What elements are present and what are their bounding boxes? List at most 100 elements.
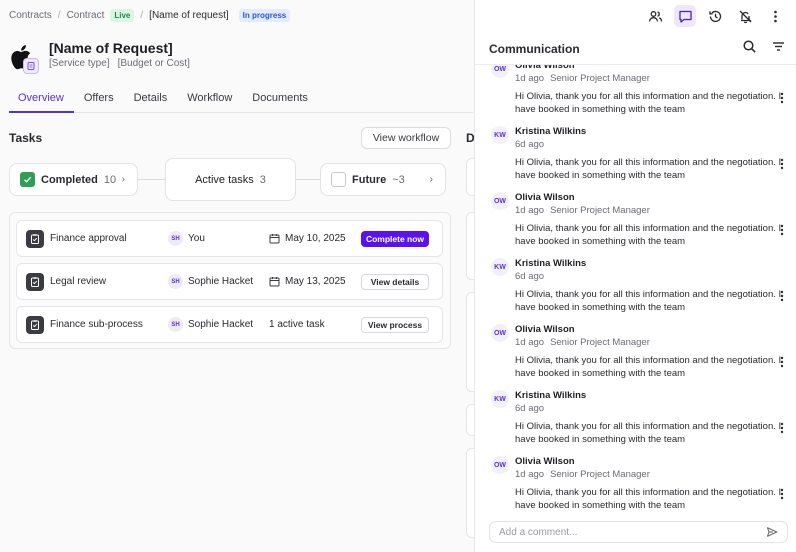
status-badge: In progress (238, 9, 291, 22)
task-assignee: Sophie Hacket (188, 276, 254, 287)
complete-now-button[interactable]: Complete now (361, 230, 429, 247)
filter-icon[interactable] (771, 39, 786, 54)
tab-overview[interactable]: Overview (9, 86, 74, 113)
task-date: May 10, 2025 (285, 233, 346, 244)
message-text: Hi Olivia, thank you for all this inform… (515, 421, 782, 445)
more-vertical-icon[interactable] (764, 5, 786, 27)
more-vertical-icon[interactable] (777, 91, 787, 105)
tab-offers[interactable]: Offers (74, 86, 124, 113)
avatar: KW (491, 126, 509, 144)
more-vertical-icon[interactable] (777, 157, 787, 171)
task-name: Legal review (50, 276, 107, 287)
message-role: Senior Project Manager (550, 73, 650, 84)
message-author: Olivia Wilson (515, 456, 575, 467)
stage-completed-label: Completed (41, 173, 98, 186)
service-type: [Service type] (49, 58, 110, 69)
message-time: 6d ago (515, 271, 545, 282)
request-doc-icon (23, 58, 39, 74)
side-card (466, 212, 474, 280)
avatar: SH (168, 274, 183, 289)
message-meta: 1d ago Senior Project Manager (515, 73, 650, 84)
message-text: Hi Olivia, thank you for all this inform… (515, 355, 782, 379)
task-name: Finance approval (50, 233, 127, 244)
page-title: [Name of Request] (49, 40, 173, 56)
message-time: 6d ago (515, 403, 545, 414)
completed-check-icon (20, 172, 35, 187)
communication-actions (742, 39, 786, 54)
message-meta: 6d ago (515, 139, 544, 150)
stage-active[interactable]: Active tasks 3 (165, 158, 296, 201)
chevron-right-icon: › (121, 174, 125, 185)
chevron-right-icon: › (429, 174, 433, 185)
stage-completed[interactable]: Completed 10 › (9, 163, 138, 196)
message-text: Hi Olivia, thank you for all this inform… (515, 223, 782, 247)
message-feed[interactable]: OW Olivia Wilson 1d ago Senior Project Mana… (475, 65, 796, 511)
clipboard-icon (26, 229, 44, 248)
message-meta: 1d ago Senior Project Manager (515, 337, 650, 348)
more-vertical-icon[interactable] (777, 487, 787, 501)
calendar-icon (269, 234, 280, 244)
stage-future-count: ~3 (392, 173, 405, 186)
stage-active-count: 3 (259, 173, 266, 186)
avatar: KW (491, 258, 509, 276)
message-time: 1d ago (515, 73, 545, 84)
task-row: Finance approval SH You May 10, 2025 Com… (16, 220, 443, 257)
message-time: 6d ago (515, 139, 545, 150)
calendar-icon (269, 277, 280, 287)
budget: [Budget or Cost] (117, 58, 190, 69)
tab-bar: Overview Offers Details Workflow Documen… (9, 86, 473, 113)
message-text: Hi Olivia, thank you for all this inform… (515, 289, 782, 313)
message-text: Hi Olivia, thank you for all this inform… (515, 487, 782, 511)
avatar: SH (168, 231, 183, 246)
avatar: OW (491, 65, 509, 78)
task-assignee: You (188, 233, 205, 244)
task-row: Finance sub-process SH Sophie Hacket 1 a… (16, 306, 443, 343)
message-time: 1d ago (515, 205, 545, 216)
clipboard-icon (26, 315, 44, 334)
side-section-heading: D (466, 131, 474, 145)
message-meta: 1d ago Senior Project Manager (515, 469, 650, 480)
more-vertical-icon[interactable] (777, 289, 787, 303)
message-role: Senior Project Manager (550, 469, 650, 480)
bell-off-icon[interactable] (734, 5, 756, 27)
task-date: May 13, 2025 (285, 276, 346, 287)
breadcrumb-contracts[interactable]: Contracts (9, 10, 52, 21)
message-author: Olivia Wilson (515, 324, 575, 335)
more-vertical-icon[interactable] (777, 223, 787, 237)
tab-workflow[interactable]: Workflow (177, 86, 242, 113)
empty-checkbox-icon (331, 172, 346, 187)
search-icon[interactable] (742, 39, 757, 54)
view-process-button[interactable]: View process (361, 316, 429, 333)
message-meta: 1d ago Senior Project Manager (515, 205, 650, 216)
message-role: Senior Project Manager (550, 337, 650, 348)
page-subtitle: [Service type] [Budget or Cost] (49, 58, 190, 69)
avatar: OW (491, 324, 509, 342)
message-meta: 6d ago (515, 403, 544, 414)
tab-details[interactable]: Details (124, 86, 178, 113)
avatar: KW (491, 390, 509, 408)
panel-toolbar (644, 5, 786, 27)
side-card (466, 448, 474, 538)
history-icon[interactable] (704, 5, 726, 27)
send-icon[interactable] (766, 526, 778, 538)
comment-input[interactable] (490, 526, 750, 538)
more-vertical-icon[interactable] (777, 355, 787, 369)
avatar: SH (168, 317, 183, 332)
message-text: Hi Olivia, thank you for all this inform… (515, 157, 782, 181)
people-icon[interactable] (644, 5, 666, 27)
message-role: Senior Project Manager (550, 205, 650, 216)
view-workflow-button[interactable]: View workflow (361, 127, 451, 149)
tab-documents[interactable]: Documents (242, 86, 318, 113)
more-vertical-icon[interactable] (777, 421, 787, 435)
chat-icon[interactable] (674, 5, 696, 27)
side-card (466, 404, 474, 436)
avatar: OW (491, 192, 509, 210)
message-meta: 6d ago (515, 271, 544, 282)
view-details-button[interactable]: View details (361, 273, 429, 290)
stage-future-label: Future (352, 173, 387, 186)
stage-completed-count: 10 (103, 173, 117, 186)
communication-panel: Communication OW Olivia Wilson 1d ago Senio… (474, 0, 796, 552)
breadcrumb-contract[interactable]: Contract (67, 10, 105, 21)
stage-future[interactable]: Future ~3 › (320, 163, 446, 196)
breadcrumb: Contracts / Contract Live / [Name of req… (9, 9, 291, 22)
